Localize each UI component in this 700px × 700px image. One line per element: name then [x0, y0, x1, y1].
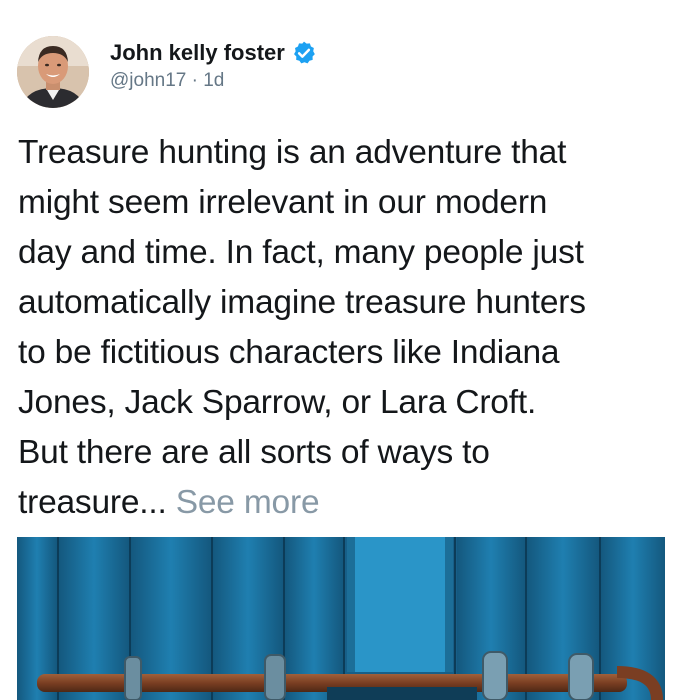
author-info: John kelly foster @john17 · 1d [110, 38, 317, 92]
avatar[interactable] [17, 36, 89, 108]
tweet-text-line: Treasure hunting is an adventure that [18, 134, 567, 171]
see-more-link[interactable]: See more [176, 484, 320, 521]
tweet-text-last-line: treasure... See more [18, 478, 688, 528]
tweet-text-line: day and time. In fact, many people just [18, 234, 584, 271]
tweet-timestamp[interactable]: 1d [203, 70, 224, 91]
tweet-text-line: might seem irrelevant in our modern [18, 184, 548, 221]
blue-door-photo-icon [17, 537, 665, 700]
tweet-header: John kelly foster @john17 · 1d [17, 36, 677, 110]
name-row: John kelly foster [110, 38, 317, 68]
tweet-text-line: But there are all sorts of ways to [18, 434, 490, 471]
tweet-media-image[interactable] [17, 537, 665, 700]
verified-badge-icon [291, 40, 317, 66]
author-handle[interactable]: @john17 [110, 70, 186, 91]
tweet-text-line: Jones, Jack Sparrow, or Lara Croft. [18, 384, 537, 421]
tweet-text-line: to be fictitious characters like Indiana [18, 334, 560, 371]
tweet-text-line: treasure... [18, 484, 176, 521]
avatar-photo-icon [17, 36, 89, 108]
display-name[interactable]: John kelly foster [110, 40, 285, 66]
tweet-text: Treasure hunting is an adventure that mi… [18, 128, 688, 528]
tweet-card: John kelly foster @john17 · 1d Treasure … [0, 0, 700, 700]
tweet-meta: @john17 · 1d [110, 70, 317, 92]
meta-separator: · [191, 70, 204, 91]
tweet-text-line: automatically imagine treasure hunters [18, 284, 586, 321]
